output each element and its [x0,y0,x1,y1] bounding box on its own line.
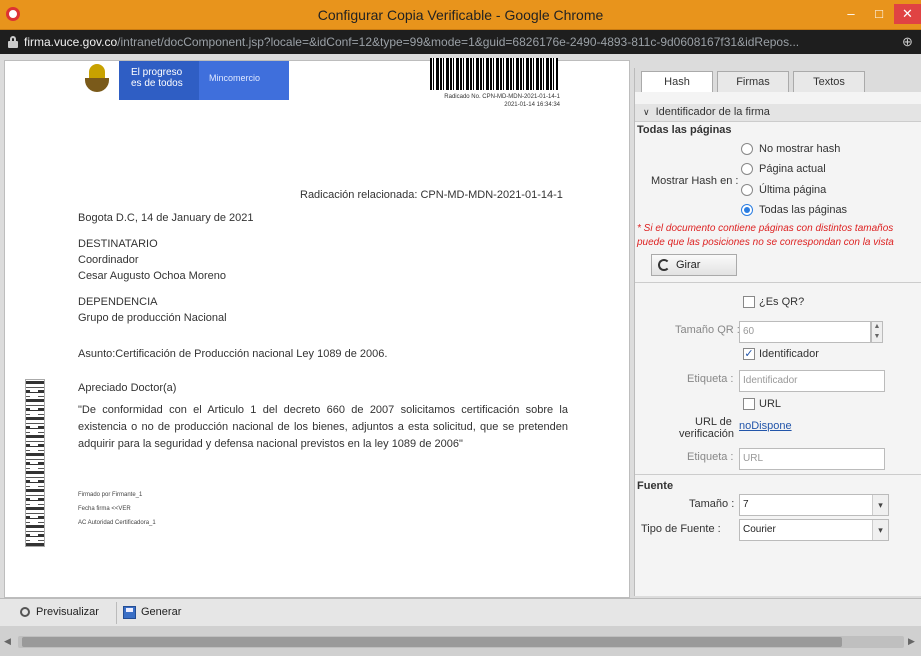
maximize-button[interactable]: □ [866,4,892,24]
identificador-checkbox[interactable]: ✓ [743,348,755,360]
section-title: Identificador de la firma [655,106,770,118]
horizontal-scrollbar[interactable]: ◀ ▶ [0,626,921,656]
qr-size-label: Tamaño QR : [675,324,740,336]
signature-signer: Firmado por Firmante_1 [78,492,143,498]
font-size-select[interactable]: 7 ▾ [739,494,889,516]
radio-current-page[interactable] [741,163,753,175]
radio-all-pages[interactable] [741,204,753,216]
url-path: /intranet/docComponent.jsp?locale=&idCon… [117,35,800,49]
letter-body: "De conformidad con el Articulo 1 del de… [78,404,568,450]
font-size-value: 7 [743,499,749,510]
generate-button[interactable]: Generar [116,602,200,624]
url-verif-label-1: URL de [695,416,732,428]
barcode-caption-line1: Radicado No. CPN-MD-MDN-2021-01-14-1 [444,94,560,100]
url-checkbox[interactable] [743,398,755,410]
url-text[interactable]: firma.vuce.gov.co/intranet/docComponent.… [24,35,894,49]
qr-label: ¿Es QR? [759,296,805,308]
url-domain: firma.vuce.gov.co [24,35,118,49]
etiqueta-url-field[interactable]: URL [739,448,885,470]
config-panel: Hash Firmas Textos ∨ Identificador de la … [634,68,921,596]
radio-all-pages-label: Todas las páginas [759,204,848,216]
radio-last-page[interactable] [741,184,753,196]
fuente-title: Fuente [637,480,674,492]
mostrar-hash-label: Mostrar Hash en : [651,175,739,187]
font-size-label: Tamaño : [689,498,735,510]
rotate-label: Girar [676,259,701,271]
barcode [430,58,558,90]
etiqueta-url-label: Etiqueta : [687,451,734,463]
save-icon [123,606,136,619]
generate-label: Generar [141,606,182,618]
signature-authority: AC Autoridad Certificadora_1 [78,520,156,526]
divider-2 [635,474,921,475]
logo-ministry: Mincomercio [199,61,289,100]
qr-checkbox[interactable] [743,296,755,308]
font-type-select[interactable]: Courier ▾ [739,519,889,541]
close-button[interactable]: ✕ [894,4,921,24]
scroll-thumb[interactable] [22,637,842,647]
font-type-label: Tipo de Fuente : [641,523,721,535]
pages-title: Todas las páginas [637,124,732,136]
spin-up-icon: ▲ [873,323,881,330]
section-identificador-header[interactable]: ∨ Identificador de la firma [635,104,921,122]
side-qr-code [25,379,45,547]
coat-of-arms-icon [79,62,115,96]
spin-down-icon: ▼ [873,333,881,340]
chevron-down-icon: ∨ [643,107,650,117]
panel-tabs: Hash Firmas Textos [635,68,921,92]
radicacion-line: Radicación relacionada: CPN-MD-MDN-2021-… [300,189,563,201]
warning-line-1: * Si el documento contiene páginas con d… [637,223,894,234]
chevron-down-icon: ▾ [872,495,888,515]
divider-1 [635,282,921,283]
logo-slogan: El progreso es de todos [119,61,199,100]
radio-last-page-label: Última página [759,184,827,196]
greeting: Apreciado Doctor(a) [78,382,177,394]
signature-date: Fecha firma <<VER [78,506,131,512]
magnifier-icon [20,607,30,617]
tab-firmas[interactable]: Firmas [717,71,789,92]
qr-size-field[interactable]: 60 [739,321,871,343]
dependencia-value: Grupo de producción Nacional [78,312,227,324]
date-line: Bogota D.C, 14 de January de 2021 [78,212,254,224]
warning-line-2: puede que las posiciones no se correspon… [637,237,894,248]
minimize-button[interactable]: – [838,4,864,24]
radio-no-hash[interactable] [741,143,753,155]
lock-icon [8,36,18,48]
dependencia-label: DEPENDENCIA [78,296,158,308]
chevron-down-icon: ▾ [872,520,888,540]
url-label: URL [759,398,782,410]
etiqueta-label: Etiqueta : [687,373,734,385]
barcode-caption: Radicado No. CPN-MD-MDN-2021-01-14-1 202… [398,93,560,109]
rotate-button[interactable]: Girar [651,254,737,276]
preview-button[interactable]: Previsualizar [16,602,110,624]
bottom-toolbar: Previsualizar Generar [0,598,921,626]
document-preview[interactable]: El progreso es de todos Mincomercio [4,60,630,598]
window-title: Configurar Copia Verificable - Google Ch… [317,7,604,23]
scroll-right-icon[interactable]: ▶ [908,636,915,647]
tab-hash[interactable]: Hash [641,71,713,92]
radio-current-page-label: Página actual [759,163,826,175]
destinatario-role: Coordinador [78,254,139,266]
radio-no-hash-label: No mostrar hash [759,143,841,155]
font-type-value: Courier [743,524,776,535]
address-bar: firma.vuce.gov.co/intranet/docComponent.… [0,30,921,54]
url-verif-link[interactable]: noDispone [739,420,792,432]
url-verif-label-2: verificación [679,428,735,440]
rotate-icon [658,259,670,271]
qr-size-stepper[interactable]: ▲ ▼ [871,321,883,343]
barcode-caption-line2: 2021-01-14 16:34:34 [504,102,560,108]
logo-slogan-line2: es de todos [131,78,183,89]
etiqueta-field[interactable]: Identificador [739,370,885,392]
asunto-line: Asunto:Certificación de Producción nacio… [78,348,388,360]
identificador-label: Identificador [759,348,819,360]
logo-slogan-line1: El progreso [131,67,183,78]
window-title-bar: Configurar Copia Verificable - Google Ch… [0,0,921,30]
destinatario-name: Cesar Augusto Ochoa Moreno [78,270,226,282]
gov-logo: El progreso es de todos Mincomercio [79,61,289,100]
zoom-icon[interactable]: ⊕ [902,34,913,50]
scroll-left-icon[interactable]: ◀ [4,636,11,647]
preview-label: Previsualizar [36,606,99,618]
tab-textos[interactable]: Textos [793,71,865,92]
destinatario-label: DESTINATARIO [78,238,158,250]
